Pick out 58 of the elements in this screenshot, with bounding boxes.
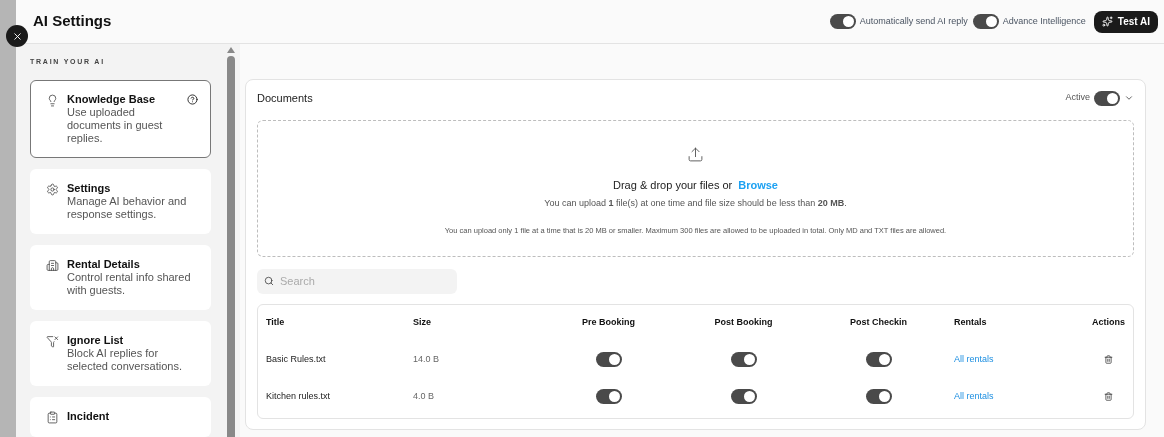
item-title: Incident bbox=[67, 409, 111, 423]
sidebar-item[interactable]: Rental Details Control rental info shared with guests. bbox=[30, 244, 211, 310]
item-description: Block AI replies for selected conversations. bbox=[67, 346, 183, 373]
chevron-down-icon[interactable] bbox=[1124, 93, 1134, 103]
item-description: Control rental info shared with guests. bbox=[67, 270, 192, 297]
toggle-switch[interactable] bbox=[865, 352, 892, 367]
status-label: Active bbox=[1065, 91, 1090, 105]
sidebar-item[interactable]: Knowledge Base Use uploaded documents in guest replies. bbox=[30, 79, 211, 158]
delete-icon[interactable] bbox=[1103, 392, 1113, 401]
item-description: Manage AI behavior and response settings. bbox=[67, 194, 188, 221]
upload-limit-text: You can upload 1 file(s) at one time and file size should be less than 20 MB. bbox=[544, 196, 847, 210]
toggle-switch[interactable] bbox=[730, 352, 757, 367]
toggle-label: Advance Intelligence bbox=[1002, 14, 1086, 28]
rentals-link[interactable]: All rentals bbox=[946, 389, 1091, 404]
toggle-switch[interactable] bbox=[829, 14, 856, 29]
column-header: Actions bbox=[1092, 316, 1125, 330]
upload-prompt: Drag & drop your files or bbox=[613, 178, 733, 193]
table-cell-text: Basic Rules.txt bbox=[266, 352, 327, 366]
toggle-switch[interactable] bbox=[595, 389, 622, 404]
active-toggle[interactable] bbox=[1094, 90, 1120, 106]
delete-icon[interactable] bbox=[1103, 355, 1113, 364]
lightbulb-icon bbox=[46, 93, 59, 107]
item-title: Settings bbox=[67, 181, 112, 195]
card-title: Documents bbox=[257, 90, 313, 106]
filter-icon bbox=[46, 334, 59, 348]
toggle-switch[interactable] bbox=[972, 14, 999, 29]
settings-icon bbox=[46, 182, 59, 196]
column-header: Size bbox=[413, 316, 432, 330]
close-icon bbox=[11, 30, 23, 42]
column-header: Title bbox=[266, 316, 286, 330]
item-title: Rental Details bbox=[67, 257, 141, 271]
item-title: Ignore List bbox=[67, 333, 125, 347]
window-title: AI Settings bbox=[33, 11, 112, 32]
search-icon bbox=[264, 276, 274, 286]
table-cell-text: Kitchen rules.txt bbox=[266, 389, 332, 403]
building-icon bbox=[46, 258, 59, 272]
toggle-label: Automatically send AI reply bbox=[859, 14, 968, 28]
sidebar-item[interactable]: Settings Manage AI behavior and response settings. bbox=[30, 168, 211, 234]
item-description: Use uploaded documents in guest replies. bbox=[67, 105, 164, 145]
search-field[interactable]: Search bbox=[257, 268, 457, 294]
column-header: Post Booking bbox=[714, 316, 773, 330]
column-header: Pre Booking bbox=[582, 316, 635, 330]
item-title: Knowledge Base bbox=[67, 92, 157, 106]
clipboard-icon bbox=[46, 410, 59, 424]
toggle-switch[interactable] bbox=[730, 389, 757, 404]
test-ai-button[interactable]: Test AI bbox=[1093, 10, 1158, 33]
sidebar-item[interactable]: Incident bbox=[30, 396, 211, 437]
column-header: Rentals bbox=[953, 316, 988, 330]
table-cell-text: 4.0 B bbox=[413, 389, 435, 403]
toggle-switch[interactable] bbox=[595, 352, 622, 367]
rentals-link[interactable]: All rentals bbox=[946, 352, 1091, 367]
upload-icon bbox=[687, 146, 704, 163]
sparkle-icon bbox=[1101, 16, 1113, 27]
toggle-switch[interactable] bbox=[865, 389, 892, 404]
sidebar-item[interactable]: Ignore List Block AI replies for selected conversations. bbox=[30, 320, 211, 386]
help-icon[interactable] bbox=[187, 93, 198, 105]
table-cell-text: 14.0 B bbox=[413, 352, 441, 366]
column-header: Post Checkin bbox=[850, 316, 907, 330]
